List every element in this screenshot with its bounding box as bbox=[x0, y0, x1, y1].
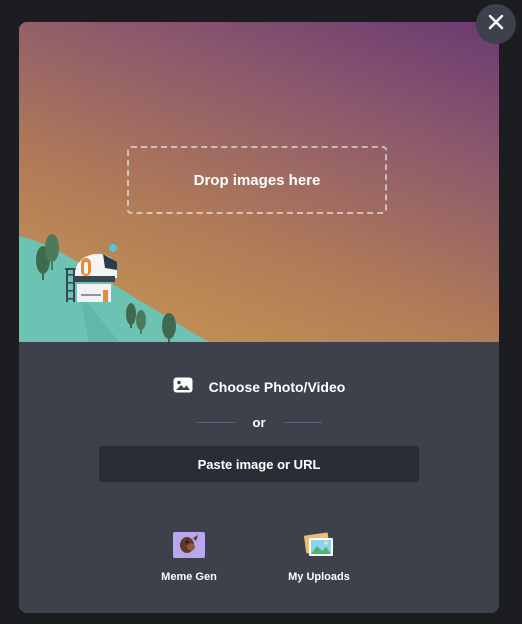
choose-photo-video-label: Choose Photo/Video bbox=[208, 379, 346, 395]
or-divider: or bbox=[19, 412, 499, 432]
hero-illustration: Drop images here bbox=[19, 22, 499, 342]
close-button[interactable] bbox=[476, 4, 516, 44]
drop-zone[interactable]: Drop images here bbox=[127, 146, 387, 214]
my-uploads-label: My Uploads bbox=[288, 571, 350, 583]
divider-line-right bbox=[283, 421, 322, 423]
my-uploads-button[interactable]: My Uploads bbox=[269, 532, 369, 583]
drop-zone-label: Drop images here bbox=[193, 171, 321, 189]
close-icon bbox=[488, 14, 504, 35]
my-uploads-icon bbox=[303, 532, 335, 563]
paste-image-or-url-button[interactable]: Paste image or URL bbox=[99, 446, 419, 482]
choose-photo-video-button[interactable]: Choose Photo/Video bbox=[19, 375, 499, 399]
upload-modal: Drop images here Choose Photo/Video or P… bbox=[19, 22, 499, 613]
divider-line-left bbox=[196, 421, 235, 423]
meme-gen-label: Meme Gen bbox=[161, 571, 217, 583]
paste-image-or-url-label: Paste image or URL bbox=[197, 456, 321, 472]
or-text: or bbox=[252, 414, 266, 430]
meme-gen-icon bbox=[173, 532, 205, 563]
image-icon bbox=[173, 377, 193, 398]
meme-gen-button[interactable]: Meme Gen bbox=[139, 532, 239, 583]
upload-options: Choose Photo/Video or Paste image or URL… bbox=[19, 342, 499, 613]
